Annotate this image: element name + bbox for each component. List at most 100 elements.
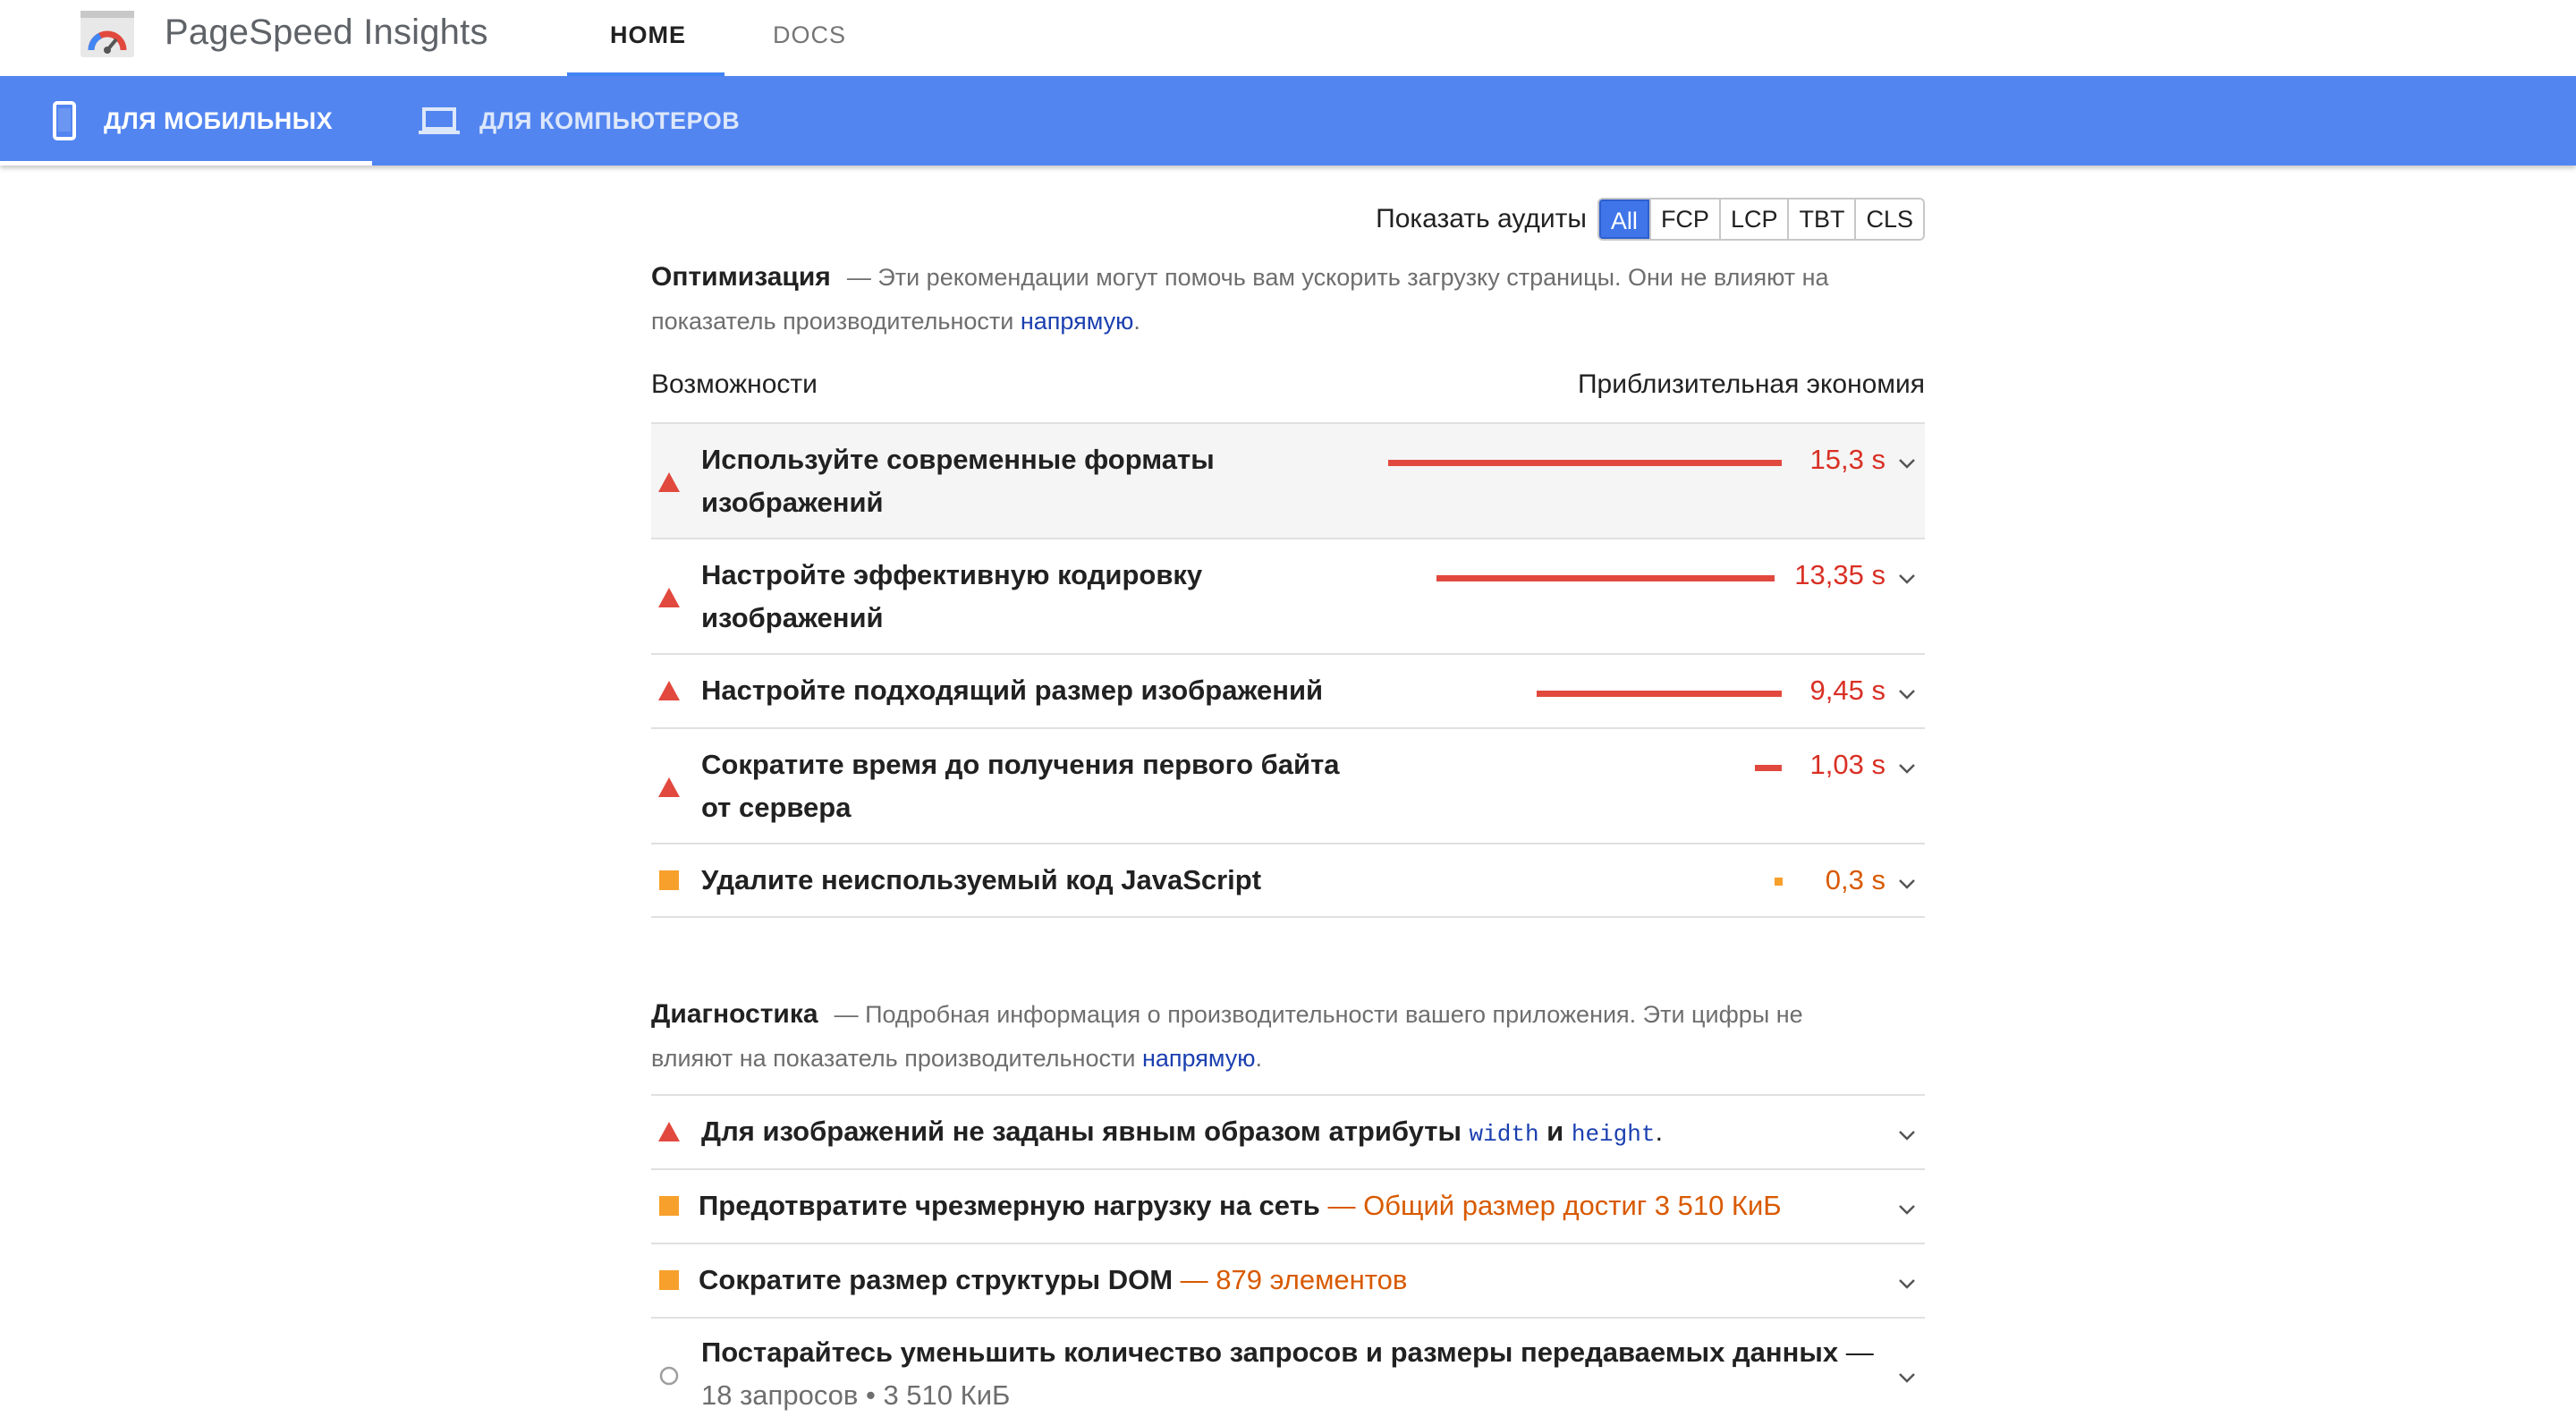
diagnostic-title: Сократите размер структуры DOM — 879 эле… xyxy=(699,1259,1407,1302)
opportunity-title-line2: от сервера xyxy=(701,792,852,823)
savings-value: 9,45 s xyxy=(1809,675,1885,706)
code-width: width xyxy=(1469,1121,1539,1148)
diagnostics-link[interactable]: напрямую xyxy=(1142,1045,1256,1072)
opportunity-item[interactable]: Настройте эффективную кодировку изображе… xyxy=(651,538,1925,654)
filter-fcp[interactable]: FCP xyxy=(1648,199,1719,239)
diagnostics-title: Диагностика xyxy=(651,999,818,1029)
diagnostics-desc-line2: влияют на показатель производительности xyxy=(651,1045,1142,1072)
audit-filter-label: Показать аудиты xyxy=(1376,204,1587,233)
red-triangle-icon xyxy=(658,1122,680,1141)
diagnostics-period: . xyxy=(1255,1045,1263,1072)
diagnostic-detail: — Общий размер достиг 3 510 КиБ xyxy=(1319,1190,1782,1221)
red-triangle-icon xyxy=(658,588,680,607)
savings-bar xyxy=(1436,575,1775,581)
red-triangle-icon xyxy=(658,777,680,797)
diagnostic-text-and: и xyxy=(1538,1116,1572,1147)
opportunity-item[interactable]: Сократите время до получения первого бай… xyxy=(651,727,1925,844)
phone-icon xyxy=(53,101,76,140)
savings-label: Приблизительная экономия xyxy=(1577,369,1925,399)
chevron-down-icon[interactable] xyxy=(1896,1202,1918,1217)
nav-tab-home[interactable]: HOME xyxy=(610,21,686,49)
diagnostic-text: Постарайтесь уменьшить количество запрос… xyxy=(701,1336,1839,1368)
savings-value: 0,3 s xyxy=(1825,864,1885,895)
diagnostic-text-end: . xyxy=(1655,1116,1664,1147)
filter-cls[interactable]: CLS xyxy=(1854,199,1923,239)
diagnostic-item[interactable]: Сократите размер структуры DOM — 879 эле… xyxy=(651,1243,1925,1318)
app-title[interactable]: PageSpeed Insights xyxy=(165,13,488,53)
savings-bar xyxy=(1537,691,1782,697)
opportunity-title-line1: Настройте эффективную кодировку xyxy=(701,559,1203,590)
audit-filter-group: All FCP LCP TBT CLS xyxy=(1597,198,1925,241)
opportunity-title: Настройте подходящий размер изображений xyxy=(701,675,1324,706)
opportunity-item[interactable]: Используйте современные форматы изображе… xyxy=(651,422,1925,539)
gray-circle-icon xyxy=(659,1366,679,1386)
opportunity-title-line1: Сократите время до получения первого бай… xyxy=(701,749,1340,780)
chevron-down-icon[interactable] xyxy=(1896,761,1918,776)
opportunities-label: Возможности xyxy=(651,369,818,399)
filter-lcp[interactable]: LCP xyxy=(1718,199,1788,239)
diagnostic-dash: — xyxy=(1838,1336,1874,1368)
code-height: height xyxy=(1571,1121,1656,1148)
opportunity-item[interactable]: Настройте подходящий размер изображений … xyxy=(651,653,1925,728)
diagnostic-title: Для изображений не заданы явным образом … xyxy=(701,1110,1663,1156)
orange-square-icon xyxy=(659,870,679,890)
diagnostic-title: Постарайтесь уменьшить количество запрос… xyxy=(701,1331,1874,1417)
chevron-down-icon[interactable] xyxy=(1896,1277,1918,1291)
tab-mobile[interactable]: ДЛЯ МОБИЛЬНЫХ xyxy=(52,76,333,165)
tab-desktop[interactable]: ДЛЯ КОМПЬЮТЕРОВ xyxy=(419,76,740,165)
filter-all[interactable]: All xyxy=(1598,199,1649,239)
laptop-icon xyxy=(419,107,460,134)
diagnostics-desc-line1: — Подробная информация о производительно… xyxy=(834,1001,1803,1028)
savings-bar xyxy=(1755,765,1782,771)
optimization-period: . xyxy=(1133,308,1140,335)
orange-square-icon xyxy=(659,1270,679,1290)
device-tab-bar: ДЛЯ МОБИЛЬНЫХ ДЛЯ КОМПЬЮТЕРОВ xyxy=(0,76,2576,165)
opportunity-title-line2: изображений xyxy=(701,487,884,518)
opportunity-title-line2: изображений xyxy=(701,602,884,633)
filter-tbt[interactable]: TBT xyxy=(1787,199,1855,239)
opportunity-title: Сократите время до получения первого бай… xyxy=(701,743,1340,829)
nav-tab-docs[interactable]: DOCS xyxy=(773,21,846,49)
opportunities-column-header: Возможности Приблизительная экономия xyxy=(651,369,1925,405)
chevron-down-icon[interactable] xyxy=(1896,1128,1918,1142)
optimization-link[interactable]: напрямую xyxy=(1021,308,1134,335)
diagnostic-item[interactable]: Постарайтесь уменьшить количество запрос… xyxy=(651,1317,1925,1411)
savings-value: 13,35 s xyxy=(1794,559,1885,590)
opportunity-item[interactable]: Удалите неиспользуемый код JavaScript 0,… xyxy=(651,843,1925,918)
diagnostic-title: Предотвратите чрезмерную нагрузку на сет… xyxy=(699,1184,1782,1227)
tab-mobile-label: ДЛЯ МОБИЛЬНЫХ xyxy=(104,106,334,134)
diagnostic-text: Для изображений не заданы явным образом … xyxy=(701,1116,1470,1147)
audit-filter: Показать аудиты All FCP LCP TBT CLS xyxy=(1376,198,1925,241)
red-triangle-icon xyxy=(658,681,680,700)
savings-bar xyxy=(1775,878,1783,886)
chevron-down-icon[interactable] xyxy=(1896,456,1918,471)
active-device-indicator xyxy=(0,161,372,165)
pagespeed-logo[interactable] xyxy=(80,11,134,57)
optimization-header: Оптимизация — Эти рекомендации могут помо… xyxy=(651,255,1925,344)
diagnostic-item[interactable]: Предотвратите чрезмерную нагрузку на сет… xyxy=(651,1168,1925,1243)
chevron-down-icon[interactable] xyxy=(1896,1370,1918,1385)
diagnostic-detail: — 879 элементов xyxy=(1173,1264,1408,1295)
opportunity-title: Используйте современные форматы изображе… xyxy=(701,438,1215,524)
optimization-desc-line1: — Эти рекомендации могут помочь вам уско… xyxy=(846,264,1829,291)
diagnostics-header: Диагностика — Подробная информация о прои… xyxy=(651,992,1925,1081)
opportunity-title: Удалите неиспользуемый код JavaScript xyxy=(701,864,1262,895)
opportunity-title: Настройте эффективную кодировку изображе… xyxy=(701,554,1202,640)
opportunity-title-line1: Используйте современные форматы xyxy=(701,444,1215,475)
red-triangle-icon xyxy=(658,472,680,492)
savings-value: 1,03 s xyxy=(1809,749,1885,780)
chevron-down-icon[interactable] xyxy=(1896,877,1918,891)
optimization-desc-line2: показатель производительности xyxy=(651,308,1021,335)
diagnostic-detail: 18 запросов • 3 510 КиБ xyxy=(701,1379,1011,1411)
savings-value: 15,3 s xyxy=(1809,444,1885,475)
diagnostic-item[interactable]: Для изображений не заданы явным образом … xyxy=(651,1094,1925,1169)
diagnostic-text: Сократите размер структуры DOM xyxy=(699,1264,1174,1295)
top-app-bar: PageSpeed Insights HOME DOCS xyxy=(0,0,2576,77)
chevron-down-icon[interactable] xyxy=(1896,572,1918,586)
divider xyxy=(651,916,1925,918)
tab-desktop-label: ДЛЯ КОМПЬЮТЕРОВ xyxy=(479,106,741,134)
orange-square-icon xyxy=(659,1196,679,1216)
savings-bar xyxy=(1388,460,1782,466)
optimization-title: Оптимизация xyxy=(651,262,831,292)
chevron-down-icon[interactable] xyxy=(1896,687,1918,701)
